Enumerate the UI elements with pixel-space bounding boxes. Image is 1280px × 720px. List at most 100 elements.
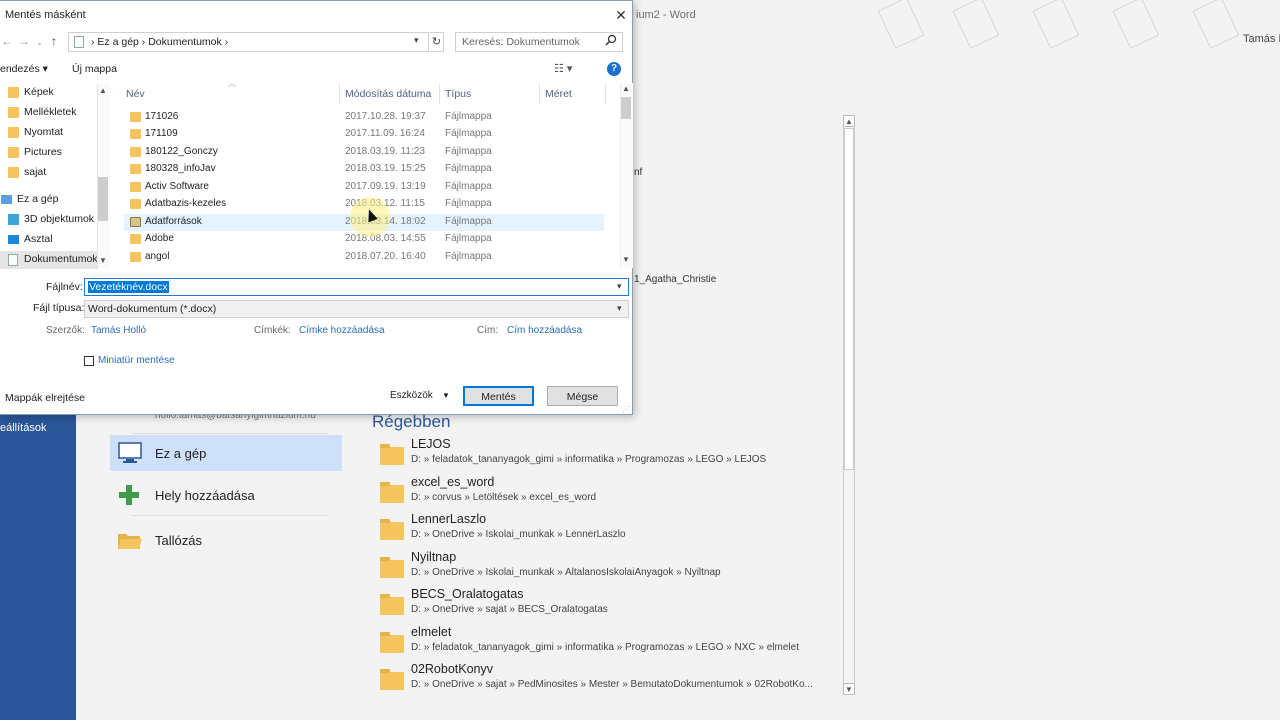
filename-value: Vezetéknév.docx bbox=[88, 281, 169, 293]
tree-item-documents[interactable]: Dokumentumok bbox=[0, 251, 98, 269]
chevron-down-icon[interactable]: ▾ bbox=[414, 35, 419, 46]
recent-folder-name: elmelet bbox=[411, 625, 452, 639]
save-button[interactable]: Mentés bbox=[463, 386, 534, 406]
tree-item[interactable]: Asztal bbox=[0, 230, 98, 250]
place-this-pc[interactable]: Ez a gép bbox=[110, 435, 342, 471]
scroll-down-icon[interactable]: ▼ bbox=[622, 255, 630, 264]
recent-folder[interactable]: Nyiltnap D: » OneDrive » Iskolai_munkak »… bbox=[380, 550, 840, 586]
tree-item-this-pc[interactable]: Ez a gép bbox=[0, 190, 98, 210]
column-divider[interactable] bbox=[539, 83, 540, 104]
file-row[interactable]: 180122_Gonczy 2018.03.19. 11:23 Fájlmappa bbox=[124, 144, 604, 161]
file-type: Fájlmappa bbox=[445, 128, 492, 139]
tree-item[interactable]: 3D objektumok bbox=[0, 210, 98, 230]
search-input[interactable]: Keresés: Dokumentumok bbox=[455, 32, 623, 52]
file-date: 2018.03.19. 15:25 bbox=[345, 163, 426, 174]
file-row[interactable]: 171026 2017.10.28. 19:37 Fájlmappa bbox=[124, 109, 604, 126]
scroll-up-icon[interactable]: ▲ bbox=[622, 84, 630, 93]
new-folder-button[interactable]: Új mappa bbox=[72, 63, 117, 75]
organize-button[interactable]: endezés ▾ bbox=[0, 63, 48, 75]
title-input[interactable]: Cím hozzáadása bbox=[507, 325, 582, 336]
tree-item[interactable]: Pictures bbox=[0, 143, 98, 163]
file-row[interactable]: 171109 2017.11.09. 16:24 Fájlmappa bbox=[124, 126, 604, 143]
recent-folder-path: D: » feladatok_tananyagok_gimi » informa… bbox=[411, 642, 799, 653]
place-add[interactable]: Hely hozzáadása bbox=[110, 478, 342, 512]
address-bar[interactable]: › Ez a gép › Dokumentumok › ▾ bbox=[68, 32, 429, 52]
recent-folder[interactable]: BECS_Oralatogatas D: » OneDrive » sajat »… bbox=[380, 587, 840, 623]
column-divider[interactable] bbox=[339, 83, 340, 104]
tree-item[interactable]: Képek bbox=[0, 83, 98, 103]
file-name: Adobe bbox=[145, 233, 174, 244]
folder-icon bbox=[8, 167, 19, 178]
column-divider[interactable] bbox=[605, 83, 606, 104]
view-options-icon[interactable]: ☷ ▾ bbox=[554, 62, 572, 75]
tree-item-label: sajat bbox=[24, 166, 47, 178]
scroll-down-icon[interactable]: ▼ bbox=[99, 256, 107, 265]
forward-arrow-icon[interactable]: → bbox=[18, 34, 30, 48]
file-row[interactable]: 180328_infoJav 2018.03.19. 15:25 Fájlmappa bbox=[124, 161, 604, 178]
column-divider[interactable] bbox=[439, 83, 440, 104]
recent-folder-name: 02RobotKonyv bbox=[411, 662, 494, 676]
recent-folder[interactable]: LEJOS D: » feladatok_tananyagok_gimi » in… bbox=[380, 437, 840, 473]
recent-folder-name: excel_es_word bbox=[411, 475, 495, 489]
scroll-up-icon[interactable]: ▲ bbox=[99, 86, 107, 95]
recent-folder[interactable]: 02RobotKonyv D: » OneDrive » sajat » PedM… bbox=[380, 662, 840, 698]
tree-item[interactable]: Nyomtat bbox=[0, 123, 98, 143]
scroll-up-icon[interactable]: ▲ bbox=[843, 115, 855, 127]
save-thumbnail-checkbox[interactable] bbox=[84, 356, 94, 366]
folder-icon bbox=[380, 669, 404, 690]
column-header-type[interactable]: Típus bbox=[445, 88, 471, 100]
column-header-modified[interactable]: Módosítás dátuma bbox=[345, 88, 431, 100]
breadcrumb-this-pc[interactable]: Ez a gép bbox=[97, 36, 138, 48]
recent-folder[interactable]: LennerLaszlo D: » OneDrive » Iskolai_munk… bbox=[380, 512, 840, 548]
place-label: Tallózás bbox=[155, 533, 202, 548]
column-header-name[interactable]: Név bbox=[126, 88, 145, 100]
refresh-icon[interactable]: ↻ bbox=[430, 32, 444, 52]
cancel-button[interactable]: Mégse bbox=[547, 386, 618, 406]
hide-folders-button[interactable]: Mappák elrejtése bbox=[5, 392, 85, 404]
tree-item[interactable]: Mellékletek bbox=[0, 103, 98, 123]
recent-folder[interactable]: elmelet D: » feladatok_tananyagok_gimi » … bbox=[380, 625, 840, 661]
dialog-title: Mentés másként bbox=[5, 9, 86, 21]
help-icon[interactable]: ? bbox=[607, 62, 621, 76]
nav-item-settings[interactable]: eállítások bbox=[0, 422, 46, 434]
back-arrow-icon[interactable]: ← bbox=[1, 34, 13, 48]
column-header-size[interactable]: Méret bbox=[545, 88, 572, 100]
scroll-down-icon[interactable]: ▼ bbox=[843, 683, 855, 695]
folder-icon bbox=[130, 199, 141, 209]
filename-input[interactable]: Vezetéknév.docx ▾ bbox=[84, 278, 629, 296]
folder-icon bbox=[8, 107, 19, 118]
file-name: 171026 bbox=[145, 111, 179, 122]
chevron-down-icon[interactable]: ⌄ bbox=[36, 38, 43, 47]
breadcrumb-documents[interactable]: Dokumentumok bbox=[148, 36, 222, 48]
place-browse[interactable]: Tallózás bbox=[110, 523, 342, 557]
user-name[interactable]: Tamás H bbox=[1243, 33, 1280, 45]
file-type: Fájlmappa bbox=[445, 216, 492, 227]
file-list-scrollbar-thumb[interactable] bbox=[621, 97, 631, 119]
file-row[interactable]: angol 2018.07.20. 16:40 Fájlmappa bbox=[124, 249, 604, 266]
tools-button[interactable]: Eszközök bbox=[390, 390, 433, 401]
save-thumbnail-label[interactable]: Miniatür mentése bbox=[98, 355, 175, 366]
tree-scrollbar-thumb[interactable] bbox=[98, 177, 108, 221]
folder-icon bbox=[130, 112, 141, 122]
file-row[interactable]: Activ Software 2017.09.19. 13:19 Fájlmappa bbox=[124, 179, 604, 196]
tags-input[interactable]: Címke hozzáadása bbox=[299, 325, 385, 336]
recent-folder[interactable]: excel_es_word D: » corvus » Letöltések » … bbox=[380, 475, 840, 511]
backstage-nav bbox=[0, 410, 76, 720]
address-path: › Ez a gép › Dokumentumok › bbox=[91, 36, 228, 48]
chevron-down-icon[interactable]: ▾ bbox=[617, 303, 622, 314]
caret-down-icon[interactable]: ▼ bbox=[442, 391, 450, 400]
tree-item[interactable]: sajat bbox=[0, 163, 98, 183]
recent-scrollbar-thumb[interactable] bbox=[844, 128, 854, 470]
place-label: Ez a gép bbox=[155, 446, 207, 461]
resize-grip-icon[interactable]: ⋰ bbox=[622, 405, 630, 414]
chevron-down-icon[interactable]: ▾ bbox=[617, 281, 622, 292]
background-text-fragment: nf bbox=[634, 167, 643, 178]
filename-label: Fájlnév: bbox=[46, 281, 83, 293]
close-icon[interactable]: ✕ bbox=[612, 6, 630, 24]
filetype-select[interactable]: Word-dokumentum (*.docx) ▾ bbox=[84, 300, 629, 318]
folder-icon bbox=[130, 182, 141, 192]
address-sep: › bbox=[141, 36, 146, 48]
up-arrow-icon[interactable]: ↑ bbox=[51, 34, 57, 48]
tree-scrollbar[interactable] bbox=[97, 84, 110, 268]
authors-value[interactable]: Tamás Holló bbox=[91, 325, 146, 336]
